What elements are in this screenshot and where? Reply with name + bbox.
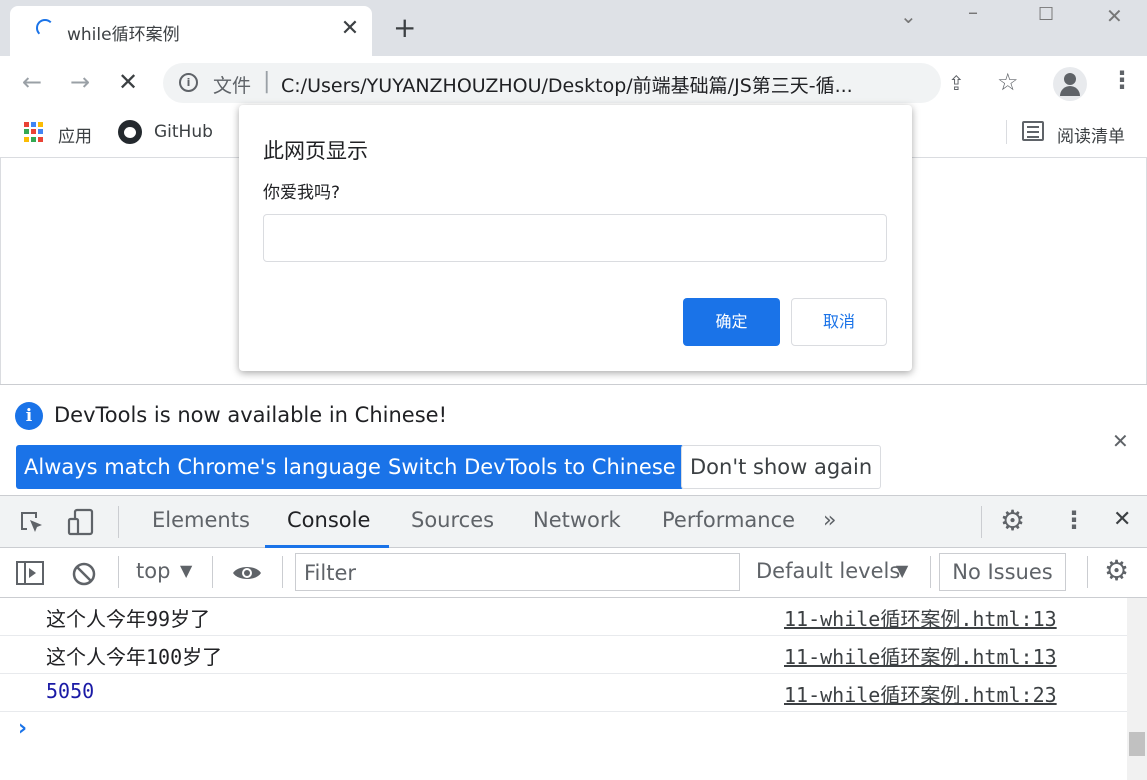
- forward-icon[interactable]: →: [70, 68, 90, 96]
- log-levels-dropdown[interactable]: Default levels: [756, 559, 900, 583]
- devtools-tab-strip: Elements Console Sources Network Perform…: [0, 496, 1147, 548]
- divider: [118, 506, 119, 538]
- log-message: 5050: [46, 679, 95, 703]
- more-tabs-icon[interactable]: »: [823, 508, 836, 533]
- console-toolbar: top ▼ Filter Default levels ▼ No Issues …: [0, 548, 1147, 598]
- dialog-title: 此网页显示: [263, 139, 368, 163]
- browser-toolbar: ← → ✕ i 文件 | C:/Users/YUYANZHOUZHOU/Desk…: [0, 56, 1147, 112]
- back-icon[interactable]: ←: [22, 68, 42, 96]
- divider: [118, 556, 119, 588]
- inspect-element-icon[interactable]: [18, 509, 46, 537]
- console-prompt-icon[interactable]: ›: [18, 716, 27, 741]
- settings-gear-icon[interactable]: ⚙: [1000, 504, 1025, 537]
- switch-to-chinese-button[interactable]: Switch DevTools to Chinese: [380, 445, 684, 489]
- scrollbar-thumb[interactable]: [1129, 732, 1145, 756]
- console-log-row: 5050 11-while循环案例.html:23: [0, 674, 1127, 712]
- dont-show-again-button[interactable]: Don't show again: [681, 445, 882, 489]
- devtools-language-infobar: i DevTools is now available in Chinese! …: [0, 384, 1147, 496]
- devtools-menu-icon[interactable]: ⋮: [1062, 506, 1086, 534]
- tab-network[interactable]: Network: [533, 508, 621, 532]
- bookmark-apps[interactable]: 应用: [58, 122, 92, 147]
- browser-tab[interactable]: while循环案例 ✕: [10, 6, 372, 56]
- bookmark-star-icon[interactable]: ☆: [997, 68, 1019, 96]
- cancel-button[interactable]: 取消: [791, 298, 887, 346]
- info-icon[interactable]: i: [179, 73, 198, 92]
- github-icon[interactable]: [118, 120, 142, 144]
- console-settings-gear-icon[interactable]: ⚙: [1104, 554, 1129, 587]
- dialog-input[interactable]: [263, 214, 887, 262]
- window-close-icon[interactable]: ✕: [1106, 4, 1123, 28]
- tab-sources[interactable]: Sources: [411, 508, 494, 532]
- devtools-close-icon[interactable]: ✕: [1113, 507, 1131, 532]
- console-log-row: 这个人今年99岁了 11-while循环案例.html:13: [0, 598, 1127, 636]
- log-message: 这个人今年100岁了: [46, 645, 223, 669]
- reading-list-icon[interactable]: [1022, 121, 1044, 141]
- divider: [1006, 120, 1007, 144]
- share-icon[interactable]: ⇪: [948, 71, 965, 95]
- console-log-row: 这个人今年100岁了 11-while循环案例.html:13: [0, 636, 1127, 674]
- divider: [981, 506, 982, 538]
- log-source-link[interactable]: 11-while循环案例.html:13: [784, 641, 1057, 670]
- dropdown-arrow-icon[interactable]: ▼: [180, 561, 192, 580]
- issues-button[interactable]: No Issues: [939, 553, 1066, 591]
- log-source-link[interactable]: 11-while循环案例.html:23: [784, 679, 1057, 708]
- reading-list-label[interactable]: 阅读清单: [1057, 122, 1125, 147]
- address-bar[interactable]: i 文件 | C:/Users/YUYANZHOUZHOU/Desktop/前端…: [163, 63, 941, 103]
- tab-search-icon[interactable]: ⌄: [900, 4, 917, 28]
- maximize-icon[interactable]: ☐: [1038, 4, 1054, 25]
- clear-console-icon[interactable]: [71, 561, 97, 587]
- tab-console[interactable]: Console: [287, 508, 370, 532]
- log-source-link[interactable]: 11-while循环案例.html:13: [784, 603, 1057, 632]
- url-scheme-label: 文件: [213, 75, 252, 97]
- bookmark-github[interactable]: GitHub: [154, 122, 213, 142]
- dialog-message: 你爱我吗?: [263, 183, 341, 203]
- infobar-message: DevTools is now available in Chinese!: [54, 403, 447, 427]
- always-match-language-button[interactable]: Always match Chrome's language: [16, 445, 389, 489]
- tab-close-icon[interactable]: ✕: [338, 16, 362, 41]
- divider: [930, 556, 931, 588]
- filter-input[interactable]: Filter: [295, 553, 740, 591]
- log-message: 这个人今年99岁了: [46, 607, 211, 631]
- stop-icon[interactable]: ✕: [118, 68, 138, 96]
- minimize-icon[interactable]: –: [968, 0, 978, 24]
- prompt-dialog: 此网页显示 你爱我吗? 确定 取消: [239, 105, 912, 371]
- device-toolbar-icon[interactable]: [66, 507, 98, 539]
- url-text[interactable]: C:/Users/YUYANZHOUZHOU/Desktop/前端基础篇/JS第…: [281, 71, 853, 98]
- infobar-close-icon[interactable]: ✕: [1112, 429, 1129, 453]
- context-selector[interactable]: top: [136, 559, 170, 583]
- menu-icon[interactable]: ⋮: [1110, 66, 1134, 94]
- info-icon: i: [15, 402, 43, 430]
- divider: [1087, 556, 1088, 588]
- divider: [212, 556, 213, 588]
- tab-performance[interactable]: Performance: [662, 508, 795, 532]
- dropdown-arrow-icon[interactable]: ▼: [896, 561, 908, 580]
- sidebar-toggle-icon[interactable]: [16, 561, 44, 585]
- title-bar: while循环案例 ✕ + ⌄ – ☐ ✕: [0, 0, 1147, 56]
- ok-button[interactable]: 确定: [683, 298, 780, 346]
- new-tab-button[interactable]: +: [393, 14, 416, 42]
- live-expression-eye-icon[interactable]: [231, 563, 263, 583]
- tab-title: while循环案例: [67, 25, 180, 45]
- divider: [282, 556, 283, 588]
- console-scrollbar[interactable]: [1127, 598, 1147, 780]
- profile-avatar[interactable]: [1053, 67, 1087, 101]
- tab-elements[interactable]: Elements: [152, 508, 250, 532]
- loading-spinner-icon: [36, 19, 54, 37]
- url-separator: |: [263, 69, 271, 94]
- filter-placeholder: Filter: [304, 561, 357, 585]
- apps-grid-icon[interactable]: [24, 122, 44, 142]
